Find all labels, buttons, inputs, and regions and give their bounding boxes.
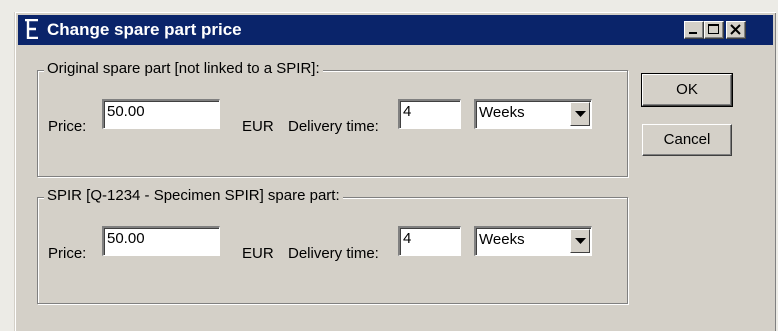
spir-price-input[interactable]: 50.00 — [102, 226, 220, 256]
maximize-button[interactable] — [704, 21, 724, 39]
window-title: Change spare part price — [47, 20, 242, 39]
original-delivery-input[interactable]: 4 — [398, 99, 461, 129]
spir-delivery-input[interactable]: 4 — [398, 226, 461, 256]
currency-label: EUR — [242, 118, 274, 135]
chevron-down-icon — [575, 238, 586, 244]
delivery-time-label: Delivery time: — [288, 245, 379, 262]
minimize-icon — [689, 32, 697, 34]
original-price-input[interactable]: 50.00 — [102, 99, 220, 129]
original-spare-part-group: Original spare part [not linked to a SPI… — [37, 60, 628, 177]
dialog-window: Change spare part price Original spare p… — [14, 12, 776, 331]
price-label: Price: — [48, 118, 87, 135]
dropdown-button[interactable] — [570, 229, 590, 253]
delivery-time-label: Delivery time: — [288, 118, 379, 135]
price-label: Price: — [48, 245, 87, 262]
title-bar[interactable]: Change spare part price — [18, 15, 773, 45]
cancel-button[interactable]: Cancel — [642, 124, 732, 156]
minimize-button[interactable] — [684, 21, 704, 39]
maximize-icon — [708, 24, 719, 34]
dropdown-button[interactable] — [570, 102, 590, 126]
spir-group-legend: SPIR [Q-1234 - Specimen SPIR] spare part… — [44, 187, 343, 204]
chevron-down-icon — [575, 111, 586, 117]
original-unit-select[interactable]: Weeks — [474, 99, 592, 129]
original-group-legend: Original spare part [not linked to a SPI… — [44, 60, 323, 77]
ok-button[interactable]: OK — [641, 73, 733, 107]
app-e-icon — [24, 18, 39, 40]
unit-select-value: Weeks — [479, 231, 525, 248]
currency-label: EUR — [242, 245, 274, 262]
close-button[interactable] — [726, 21, 746, 39]
spir-unit-select[interactable]: Weeks — [474, 226, 592, 256]
unit-select-value: Weeks — [479, 104, 525, 121]
close-icon — [730, 24, 741, 35]
spir-spare-part-group: SPIR [Q-1234 - Specimen SPIR] spare part… — [37, 187, 628, 304]
